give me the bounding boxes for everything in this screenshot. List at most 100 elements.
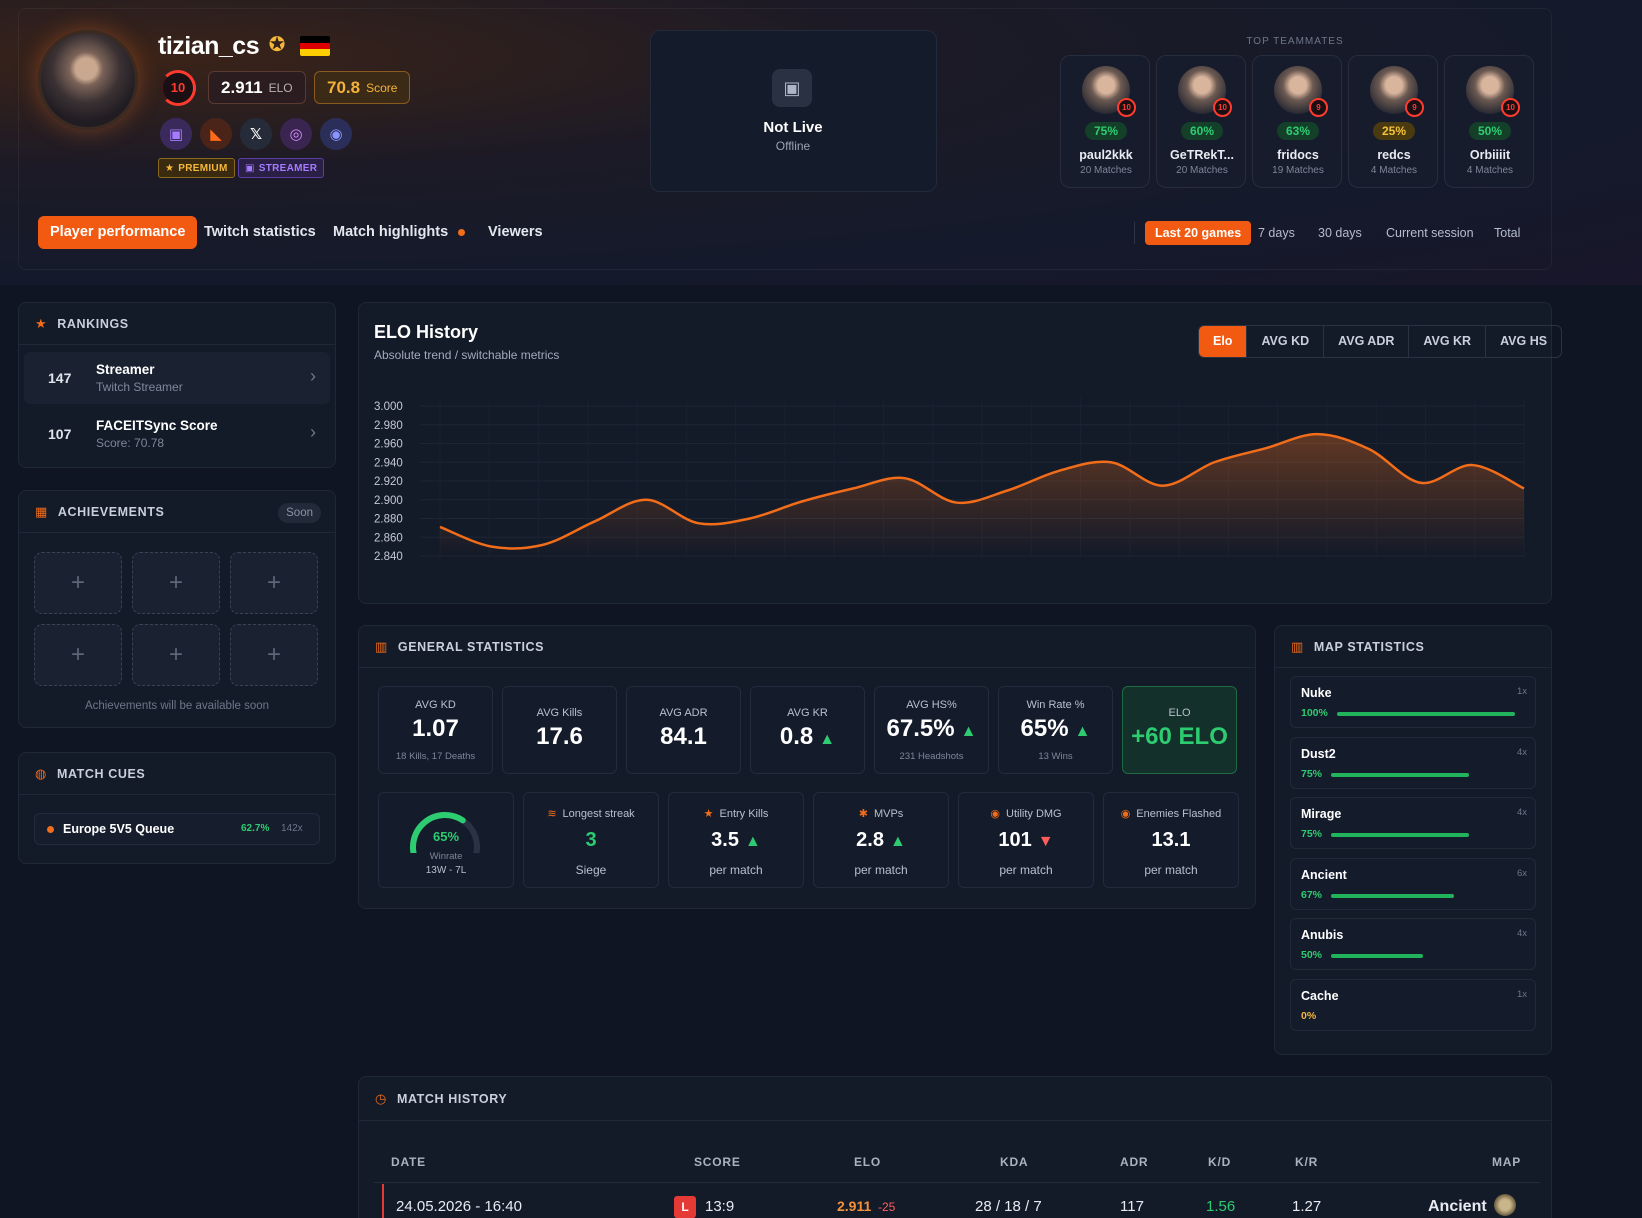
match-history-header: ◷ MATCH HISTORY [359,1077,1551,1121]
tab-viewers[interactable]: Viewers [476,216,555,249]
teammate-matches: 20 Matches [1176,165,1228,176]
ranking-subtitle: Score: 70.78 [96,436,165,450]
map-row[interactable]: Dust2 4x 75% [1290,736,1536,789]
stat-value: 84.1 [660,723,707,750]
achievement-slot: + [34,624,122,686]
teammate-matches: 4 Matches [1370,165,1418,176]
stat-label: AVG ADR [659,707,708,719]
teammate-card[interactable]: 10 75% paul2kkk 20 Matches [1060,55,1150,188]
range-total[interactable]: Total [1484,221,1530,245]
map-winrate: 0% [1301,1009,1317,1022]
match-score: 13:9 [705,1198,735,1215]
twitch-icon[interactable]: ▣ [160,118,192,150]
col-kd[interactable]: K/D [1208,1155,1231,1169]
stat-value-wrap: 65% ▲ [999,715,1112,743]
tab-twitch-statistics[interactable]: Twitch statistics [192,216,328,249]
ranking-row-faceitsync[interactable]: 107 FACEITSync Score Score: 70.78 › [24,408,330,460]
col-map[interactable]: MAP [1492,1155,1521,1169]
stat-value: 67.5% [886,715,955,742]
map-row[interactable]: Mirage 4x 75% [1290,797,1536,849]
teammate-card[interactable]: 10 60% GeTRekT... 20 Matches [1156,55,1246,188]
stat-label-wrap: ◉ Utility DMG [959,807,1093,820]
stat-value-wrap: 3 [524,829,658,852]
result-badge: L [674,1196,696,1218]
col-score[interactable]: SCORE [694,1155,741,1169]
rankings-header: ★ RANKINGS [19,303,335,345]
stack-icon: ≋ [547,808,557,820]
instagram-icon[interactable]: ◎ [280,118,312,150]
stat-value-wrap: 67.5% ▲ [875,715,988,743]
y-tick-label: 3.000 [374,401,403,413]
teammate-card[interactable]: 9 63% fridocs 19 Matches [1252,55,1342,188]
table-row[interactable] [374,1184,1540,1218]
streamer-label: STREAMER [258,162,318,174]
teammate-card[interactable]: 10 50% Orbiiiit 4 Matches [1444,55,1534,188]
match-cues-panel: ◍ MATCH CUES [18,752,336,864]
stat-card: Win Rate % 65% ▲ 13 Wins [998,686,1113,774]
col-kda[interactable]: KDA [1000,1155,1028,1169]
range-last-20-games[interactable]: Last 20 games [1145,221,1252,245]
winrate-label: Winrate [429,851,463,862]
stat-label: Utility DMG [1006,808,1062,820]
ranking-position: 147 [48,370,72,386]
range-30-days[interactable]: 30 days [1308,221,1372,245]
rankings-title: RANKINGS [57,316,129,331]
metric-tab-avg-kd[interactable]: AVG KD [1247,326,1325,357]
queue-row[interactable]: Europe 5V5 Queue 62.7% 142x [34,813,320,845]
map-winrate: 75% [1301,828,1323,840]
col-adr[interactable]: ADR [1120,1155,1148,1169]
x-icon[interactable]: 𝕏 [240,118,272,150]
winrate-value: 65% [432,829,460,844]
soon-badge: Soon [278,503,321,523]
map-count: 1x [1516,988,1527,1000]
tab-match-highlights-label: Match highlights [333,224,449,240]
y-tick-label: 2.900 [374,495,403,507]
metric-tab-avg-hs[interactable]: AVG HS [1486,326,1561,357]
stat-value-wrap: 2.8 ▲ [814,829,948,852]
teammate-card[interactable]: 9 25% redcs 4 Matches [1348,55,1438,188]
stat-sub: 18 Kills, 17 Deaths [395,751,476,762]
general-statistics-header: ▥ GENERAL STATISTICS [359,626,1255,668]
map-row[interactable]: Cache 1x 0% [1290,978,1536,1031]
teammate-name: redcs [1377,148,1411,162]
achievements-title: ACHIEVEMENTS [57,504,165,519]
clock-icon: ◷ [375,1090,387,1106]
metric-tab-elo[interactable]: Elo [1199,326,1248,357]
metric-tab-avg-adr[interactable]: AVG ADR [1324,326,1410,357]
stat-sub: 231 Headshots [899,751,964,762]
map-name: Anubis [1301,928,1344,942]
map-count: 4x [1516,928,1527,939]
discord-icon[interactable]: ◉ [320,118,352,150]
queue-name: Europe 5V5 Queue [63,822,175,836]
live-title: Not Live [763,119,823,136]
live-status-card [650,30,937,192]
metric-tab-avg-kr[interactable]: AVG KR [1409,326,1487,357]
faceit-icon[interactable]: ◣ [200,118,232,150]
map-winrate-bar [1337,712,1515,716]
ranking-title: FACEITSync Score [96,418,218,433]
stat-sub: per match [854,863,908,877]
stat-label-wrap: ≋ Longest streak [524,807,658,820]
col-elo[interactable]: ELO [854,1155,881,1169]
map-row[interactable]: Anubis 4x 50% [1290,918,1536,970]
ranking-row-streamer[interactable]: 147 Streamer Twitch Streamer › [24,352,330,404]
stat-label: AVG HS% [906,699,957,711]
stat-card: ◉ Enemies Flashed 13.1 per match [1103,792,1239,888]
stat-label: ELO [1168,707,1191,719]
stat-label: AVG KD [415,699,456,711]
range-current-session[interactable]: Current session [1376,221,1484,245]
map-row[interactable]: Ancient 6x 67% [1290,857,1536,910]
range-7-days[interactable]: 7 days [1248,221,1305,245]
col-kr[interactable]: K/R [1295,1155,1318,1169]
tab-match-highlights[interactable]: Match highlights [321,216,477,249]
map-winrate-bar [1331,893,1455,898]
tab-player-performance[interactable]: Player performance [38,216,198,249]
y-tick-label: 2.940 [374,457,403,469]
map-row[interactable]: Nuke 1x 100% [1290,676,1536,728]
stat-value-wrap: 0.8 ▲ [751,723,864,751]
verified-icon: ✪ [268,34,286,56]
match-date: 24.05.2026 - 16:40 [396,1198,522,1215]
map-icon-ancient [1494,1194,1516,1216]
stat-label: AVG KR [787,707,828,719]
col-date[interactable]: DATE [391,1155,426,1169]
